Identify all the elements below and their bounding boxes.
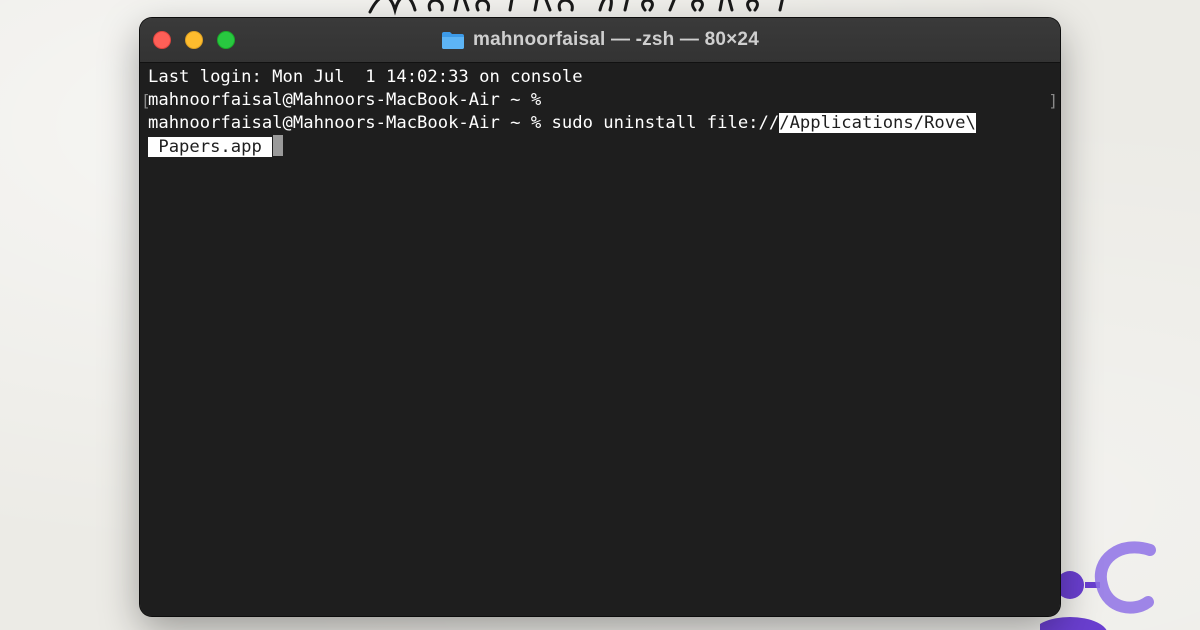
prompt-mark-right: ] xyxy=(1048,91,1058,110)
terminal-line: mahnoorfaisal@Mahnoors-MacBook-Air ~ % xyxy=(148,90,542,110)
text-cursor xyxy=(273,135,284,156)
selected-text[interactable]: Papers.app xyxy=(148,137,273,157)
selected-text[interactable]: /Applications/Rove\ xyxy=(779,113,976,133)
terminal-output[interactable]: [ ] Last login: Mon Jul 1 14:02:33 on co… xyxy=(140,63,1060,616)
window-title-group: mahnoorfaisal — -zsh — 80×24 xyxy=(140,18,1060,62)
title-bar[interactable]: mahnoorfaisal — -zsh — 80×24 xyxy=(140,18,1060,63)
folder-icon xyxy=(442,32,465,49)
terminal-line: Last login: Mon Jul 1 14:02:33 on consol… xyxy=(148,67,583,87)
terminal-line: Papers.app xyxy=(148,135,284,158)
terminal-line: mahnoorfaisal@Mahnoors-MacBook-Air ~ % s… xyxy=(148,112,976,135)
terminal-window: mahnoorfaisal — -zsh — 80×24 [ ] Last lo… xyxy=(140,18,1060,616)
window-title: mahnoorfaisal — -zsh — 80×24 xyxy=(473,29,759,50)
command-text: mahnoorfaisal@Mahnoors-MacBook-Air ~ % s… xyxy=(148,113,780,133)
